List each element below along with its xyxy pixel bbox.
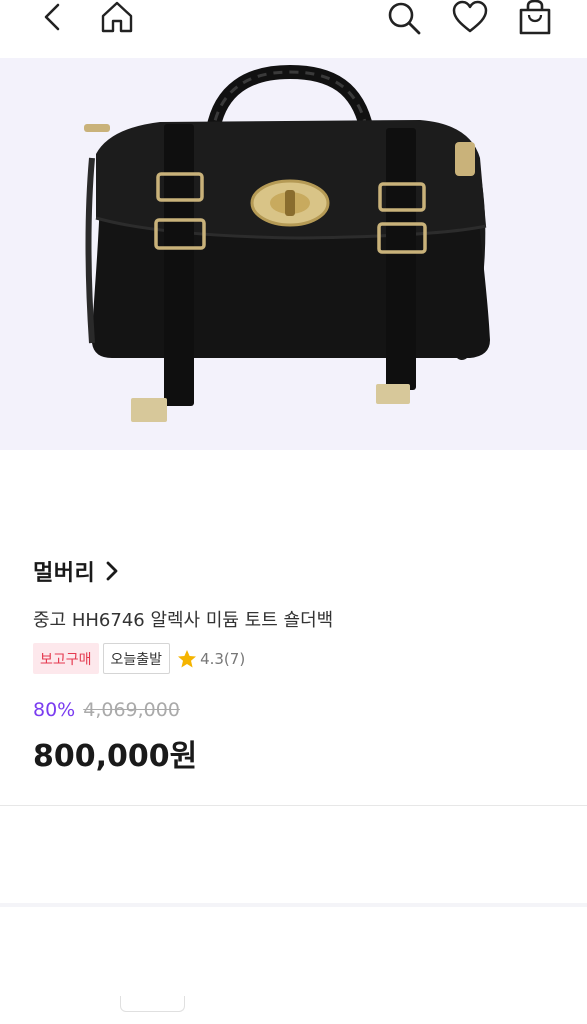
product-title: 중고 HH6746 알렉사 미듐 토트 숄더백	[33, 610, 334, 631]
original-price: 4,069,000	[83, 699, 180, 721]
view-purchase-badge: 보고구매	[33, 643, 99, 674]
badge-row: 보고구매 오늘출발 4.3 (7)	[33, 643, 245, 674]
review-count: (7)	[223, 649, 246, 668]
final-price: 800,000원	[33, 739, 198, 774]
top-nav-bar	[0, 0, 587, 58]
price-row: 80% 4,069,000	[33, 699, 180, 721]
shopping-bag-icon[interactable]	[517, 0, 553, 36]
home-icon[interactable]	[99, 0, 135, 34]
search-icon[interactable]	[386, 0, 422, 36]
brand-link[interactable]: 멀버리	[33, 556, 121, 586]
heart-icon[interactable]	[451, 0, 489, 34]
section-divider	[0, 805, 587, 806]
brand-name: 멀버리	[33, 561, 96, 586]
rating[interactable]: 4.3 (7)	[177, 649, 245, 669]
discount-rate: 80%	[33, 699, 76, 721]
chevron-right-icon	[103, 560, 121, 582]
rating-value: 4.3	[200, 649, 224, 668]
star-icon	[177, 649, 197, 669]
back-arrow-icon[interactable]	[36, 0, 68, 34]
section-divider	[0, 903, 587, 907]
bottom-handle	[120, 996, 185, 1012]
product-image[interactable]	[0, 58, 587, 450]
ships-today-badge: 오늘출발	[102, 643, 171, 674]
handbag-illustration	[84, 64, 490, 422]
